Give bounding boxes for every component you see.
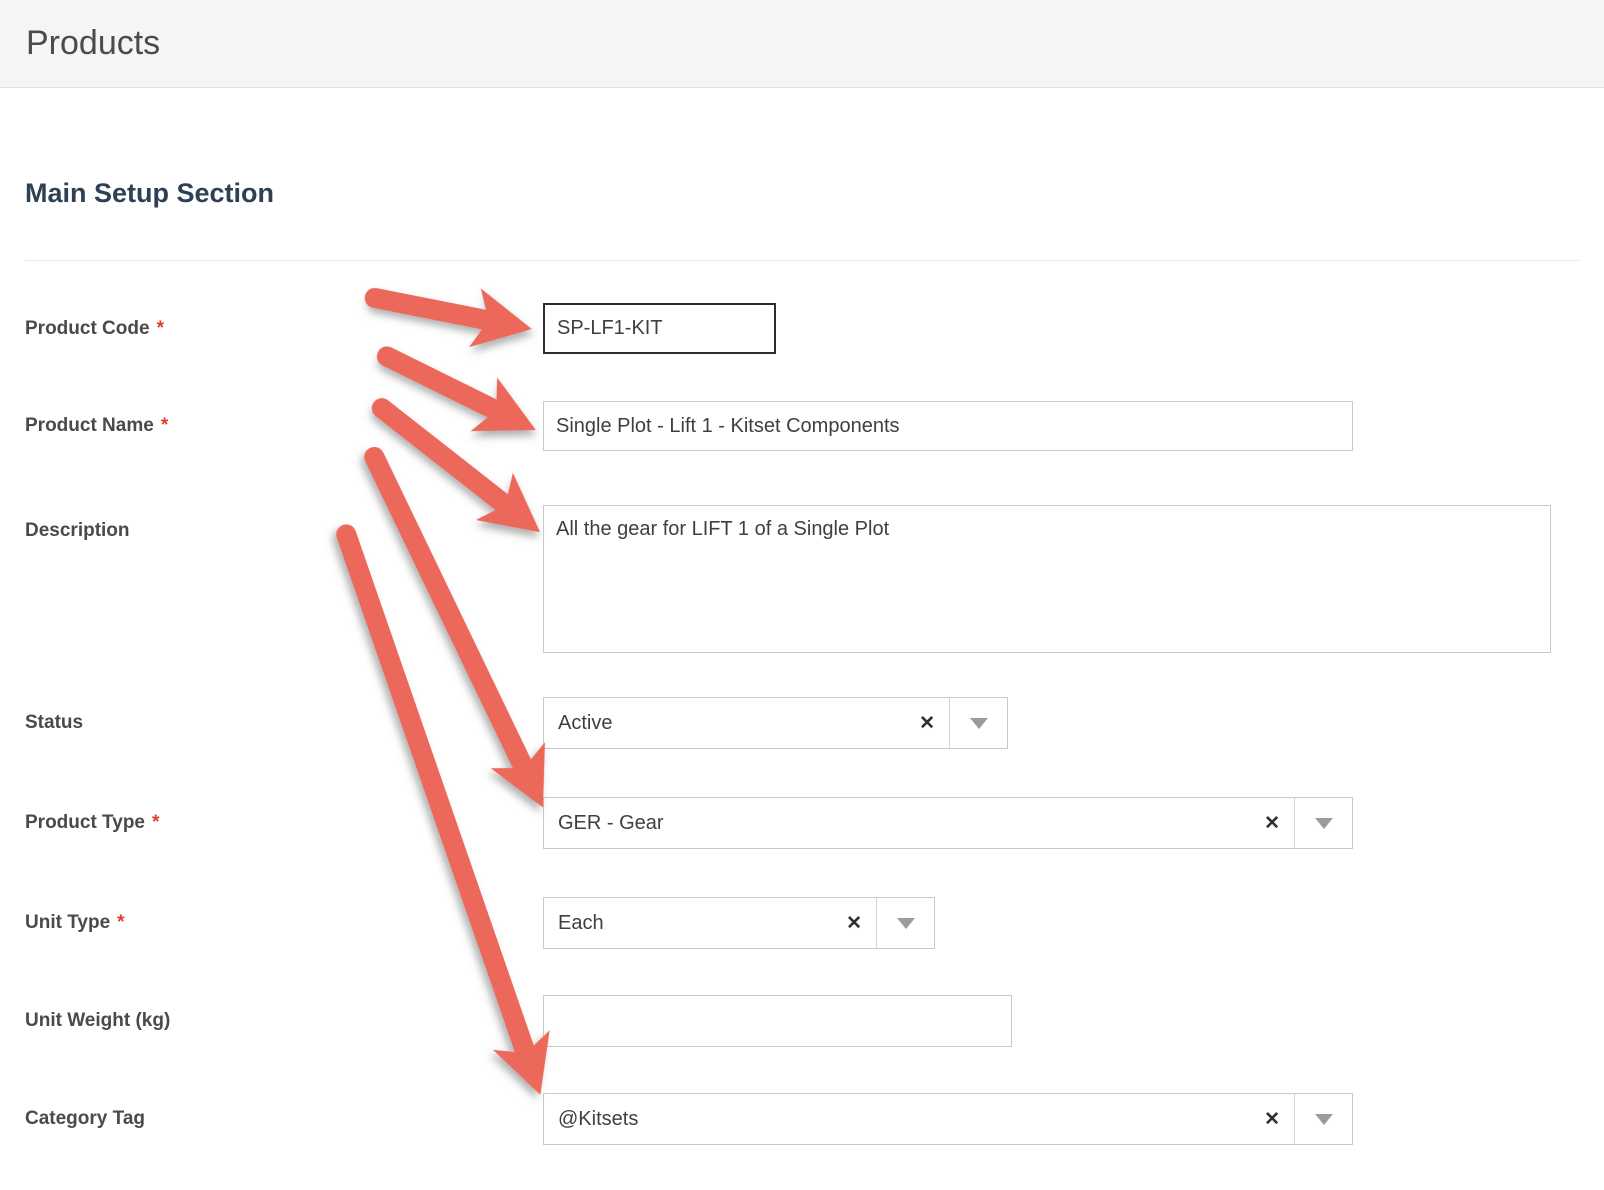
arrow-to-product-code (364, 287, 532, 348)
status-label: Status (25, 712, 84, 733)
unit-type-label: Unit Type * (25, 912, 125, 933)
dropdown-arrow-icon (1314, 817, 1333, 829)
unit-type-combobox[interactable]: Each ✕ (543, 897, 935, 949)
status-combobox[interactable]: Active ✕ (543, 697, 1008, 749)
page-header: Products (0, 0, 1604, 88)
arrow-to-category-tag (336, 524, 550, 1095)
product-code-label: Product Code * (25, 317, 164, 339)
page-title: Products (26, 24, 161, 62)
clear-icon[interactable]: ✕ (919, 712, 935, 735)
product-type-label: Product Type * (25, 812, 160, 833)
product-name-input[interactable] (543, 401, 1353, 451)
unit-type-value: Each ✕ (558, 911, 862, 935)
arrow-to-product-name (376, 346, 536, 432)
required-asterisk: * (156, 317, 164, 339)
required-asterisk: * (152, 812, 160, 833)
arrow-to-product-type (364, 447, 545, 808)
required-asterisk: * (117, 912, 125, 933)
clear-icon[interactable]: ✕ (1264, 812, 1280, 835)
clear-icon[interactable]: ✕ (846, 912, 862, 935)
arrow-to-description (371, 398, 541, 533)
unit-weight-input[interactable] (543, 995, 1012, 1047)
category-tag-label: Category Tag (25, 1108, 146, 1129)
dropdown-arrow-icon (969, 717, 988, 729)
product-type-dropdown-button[interactable] (1294, 798, 1352, 848)
category-tag-value: @Kitsets ✕ (558, 1107, 1280, 1131)
description-label: Description (25, 520, 130, 541)
section-divider (25, 260, 1579, 261)
product-type-combobox[interactable]: GER - Gear ✕ (543, 797, 1353, 849)
product-code-input[interactable] (543, 303, 776, 354)
required-asterisk: * (160, 415, 169, 436)
product-name-label: Product Name * (25, 415, 169, 436)
description-textarea[interactable]: All the gear for LIFT 1 of a Single Plot (543, 505, 1551, 653)
dropdown-arrow-icon (896, 917, 915, 929)
category-tag-combobox[interactable]: @Kitsets ✕ (543, 1093, 1353, 1145)
dropdown-arrow-icon (1314, 1113, 1333, 1125)
unit-weight-label: Unit Weight (kg) (25, 1010, 171, 1031)
products-page: Products Main Setup Section Product Code… (0, 0, 1604, 1190)
product-type-value: GER - Gear ✕ (558, 811, 1280, 835)
clear-icon[interactable]: ✕ (1264, 1108, 1280, 1131)
status-value: Active ✕ (558, 711, 935, 735)
category-tag-dropdown-button[interactable] (1294, 1094, 1352, 1144)
unit-type-dropdown-button[interactable] (876, 898, 934, 948)
section-title: Main Setup Section (25, 178, 275, 208)
status-dropdown-button[interactable] (949, 698, 1007, 748)
